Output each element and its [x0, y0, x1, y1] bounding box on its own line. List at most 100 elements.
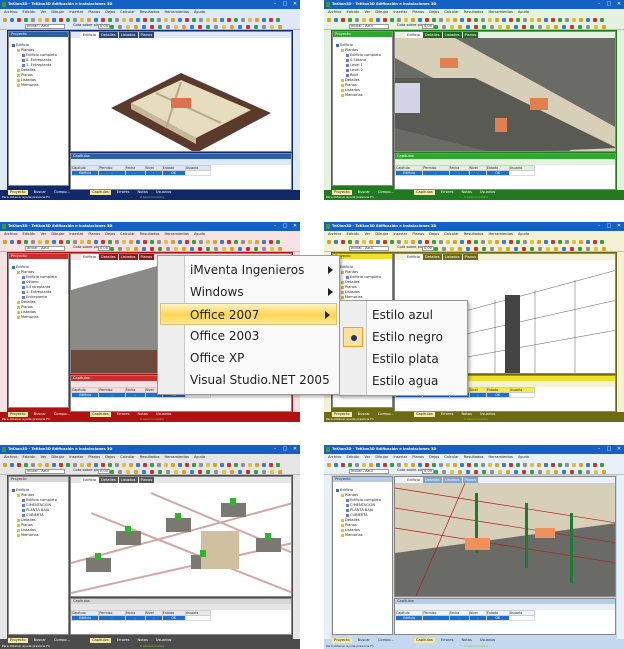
- toolbar-button-icon[interactable]: [262, 25, 266, 29]
- toolbar-button-icon[interactable]: [502, 240, 506, 244]
- toolbar-button-icon[interactable]: [192, 18, 196, 22]
- toolbar-button-icon[interactable]: [488, 463, 492, 467]
- menu-planos[interactable]: Planos: [412, 231, 424, 238]
- toolbar-button-icon[interactable]: [254, 25, 258, 29]
- toolbar-button-icon[interactable]: [586, 470, 590, 474]
- toolbar-button-icon[interactable]: [227, 463, 231, 467]
- toolbar-button-icon[interactable]: [341, 240, 345, 244]
- toolbar-button-icon[interactable]: [466, 247, 470, 251]
- toolbar-button-icon[interactable]: [482, 25, 486, 29]
- toolbar-button-icon[interactable]: [460, 240, 464, 244]
- toolbar-button-icon[interactable]: [523, 240, 527, 244]
- menu-calcular[interactable]: Calcular: [120, 454, 135, 461]
- toolbar-button-icon[interactable]: [118, 470, 122, 474]
- toolbar-button-icon[interactable]: [439, 18, 443, 22]
- toolbar-button-icon[interactable]: [474, 463, 478, 467]
- height-input[interactable]: 0,00: [98, 469, 110, 474]
- toolbar-button-icon[interactable]: [122, 240, 126, 244]
- toolbar-button-icon[interactable]: [3, 463, 7, 467]
- toolbar-button-icon[interactable]: [142, 470, 146, 474]
- toolbar-button-icon[interactable]: [10, 18, 14, 22]
- menu-ver[interactable]: Ver: [364, 9, 370, 16]
- toolbar-button-icon[interactable]: [434, 470, 438, 474]
- toolbar-button-icon[interactable]: [174, 470, 178, 474]
- toolbar-button-icon[interactable]: [537, 18, 541, 22]
- toolbar-button-icon[interactable]: [73, 18, 77, 22]
- 3d-viewport[interactable]: Edificio Detalles Listados Planos: [394, 31, 616, 152]
- toolbar-button-icon[interactable]: [262, 18, 266, 22]
- toolbar-button-icon[interactable]: [136, 463, 140, 467]
- toolbar-button-icon[interactable]: [80, 18, 84, 22]
- toolbar-button-icon[interactable]: [38, 240, 42, 244]
- toolbar-button-icon[interactable]: [453, 18, 457, 22]
- toolbar-button-icon[interactable]: [238, 25, 242, 29]
- menu-planos[interactable]: Planos: [88, 9, 100, 16]
- menu-dibujar[interactable]: Dibujar: [375, 231, 388, 238]
- toolbar-button-icon[interactable]: [341, 18, 345, 22]
- bottom-tab-capítulos[interactable]: Capítulos: [89, 638, 111, 643]
- toolbar-button-icon[interactable]: [122, 463, 126, 467]
- toolbar-button-icon[interactable]: [110, 247, 114, 251]
- menu-ver[interactable]: Ver: [40, 454, 46, 461]
- submenu-item-estilo-plata[interactable]: Estilo plata: [340, 348, 467, 370]
- toolbar-button-icon[interactable]: [530, 240, 534, 244]
- submenu-item-estilo-negro[interactable]: Estilo negro: [340, 326, 467, 348]
- toolbar-button-icon[interactable]: [214, 470, 218, 474]
- close-button[interactable]: ✕: [290, 222, 300, 231]
- menu-dibujar[interactable]: Dibujar: [51, 454, 64, 461]
- toolbar-button-icon[interactable]: [516, 463, 520, 467]
- toolbar-button-icon[interactable]: [278, 25, 282, 29]
- toolbar-button-icon[interactable]: [87, 463, 91, 467]
- toolbar-button-icon[interactable]: [270, 470, 274, 474]
- toolbar-button-icon[interactable]: [206, 470, 210, 474]
- toolbar-button-icon[interactable]: [248, 240, 252, 244]
- toolbar-button-icon[interactable]: [572, 240, 576, 244]
- toolbar-button-icon[interactable]: [143, 240, 147, 244]
- toolbar-button-icon[interactable]: [404, 240, 408, 244]
- toolbar-button-icon[interactable]: [397, 240, 401, 244]
- toolbar-button-icon[interactable]: [502, 463, 506, 467]
- toolbar-button-icon[interactable]: [66, 18, 70, 22]
- bottom-tab-errores[interactable]: Errores: [439, 638, 456, 643]
- menu-item-office-2003[interactable]: Office 2003: [158, 325, 339, 347]
- toolbar-button-icon[interactable]: [495, 463, 499, 467]
- toolbar-button-icon[interactable]: [594, 247, 598, 251]
- toolbar-button-icon[interactable]: [38, 18, 42, 22]
- toolbar-button-icon[interactable]: [230, 247, 234, 251]
- toolbar-button-icon[interactable]: [474, 247, 478, 251]
- menu-resultados[interactable]: Resultados: [464, 9, 484, 16]
- toolbar-button-icon[interactable]: [434, 25, 438, 29]
- minimize-button[interactable]: –: [594, 222, 604, 231]
- toolbar-button-icon[interactable]: [269, 463, 273, 467]
- layer-select[interactable]: Inicial - Azul: [349, 469, 389, 474]
- menu-dibujar[interactable]: Dibujar: [51, 231, 64, 238]
- toolbar-button-icon[interactable]: [164, 18, 168, 22]
- minimize-button[interactable]: –: [270, 222, 280, 231]
- menu-herramientas[interactable]: Herramientas: [488, 454, 512, 461]
- toolbar-button-icon[interactable]: [52, 18, 56, 22]
- toolbar-button-icon[interactable]: [136, 18, 140, 22]
- toolbar-button-icon[interactable]: [411, 240, 415, 244]
- toolbar-button-icon[interactable]: [52, 240, 56, 244]
- toolbar-button-icon[interactable]: [213, 18, 217, 22]
- minimize-button[interactable]: –: [594, 445, 604, 454]
- toolbar-button-icon[interactable]: [355, 463, 359, 467]
- toolbar-button-icon[interactable]: [327, 240, 331, 244]
- bottom-tab-2[interactable]: Compo...: [52, 638, 72, 643]
- menu-ayuda[interactable]: Ayuda: [518, 9, 529, 16]
- toolbar-button-icon[interactable]: [502, 18, 506, 22]
- toolbar-button-icon[interactable]: [254, 470, 258, 474]
- bottom-tab-usuarios[interactable]: Usuarios: [154, 638, 174, 643]
- toolbar-button-icon[interactable]: [369, 463, 373, 467]
- toolbar-button-icon[interactable]: [101, 463, 105, 467]
- menu-dejos[interactable]: Dejos: [429, 454, 439, 461]
- toolbar-button-icon[interactable]: [466, 25, 470, 29]
- toolbar-button-icon[interactable]: [466, 470, 470, 474]
- bottom-tab-notas[interactable]: Notas: [459, 638, 473, 643]
- toolbar-button-icon[interactable]: [122, 18, 126, 22]
- toolbar-button-icon[interactable]: [562, 470, 566, 474]
- minimize-button[interactable]: –: [594, 0, 604, 9]
- bottom-tab-errores[interactable]: Errores: [115, 638, 132, 643]
- submenu-item-estilo-azul[interactable]: Estilo azul: [340, 304, 467, 326]
- toolbar-button-icon[interactable]: [157, 463, 161, 467]
